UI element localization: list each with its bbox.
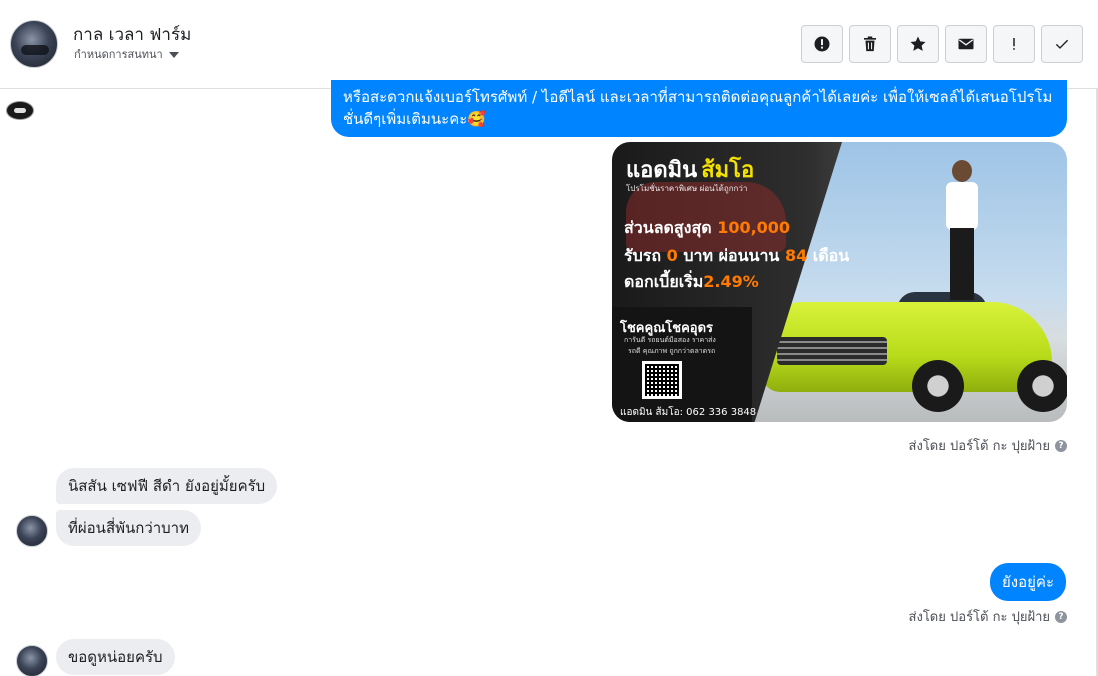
mark-done-button[interactable] <box>1041 25 1083 63</box>
mark-important-button[interactable] <box>993 25 1035 63</box>
envelope-icon <box>958 38 974 50</box>
outgoing-message[interactable]: ยังอยู่ค่ะ <box>990 563 1067 601</box>
contact-name[interactable]: กาล เวลา ฟาร์ม <box>73 21 191 48</box>
incoming-message[interactable]: นิสสัน เซฟฟี สีดำ ยังอยู่มั้ยครับ <box>56 468 278 504</box>
sent-by-label: ส่งโดย ปอร์โต้ กะ ปุยฝ้าย ? <box>909 435 1067 456</box>
star-button[interactable] <box>897 25 939 63</box>
promo-installment-line: รับรถ 0 บาท ผ่อนนาน 84 เดือน <box>624 246 850 265</box>
alert-circle-icon <box>814 36 830 52</box>
truck-grille <box>777 337 887 365</box>
incoming-message[interactable]: ขอดูหน่อยครับ <box>56 639 175 675</box>
outgoing-message[interactable]: หรือสะดวกแจ้งเบอร์โทรศัพท์ / ไอดีไลน์ แล… <box>331 80 1067 137</box>
help-icon[interactable]: ? <box>1055 610 1067 623</box>
promo-dealer-block: โชคคูณโชคอุดร การันตี รถยนต์มือสอง ราคาส… <box>612 307 756 422</box>
mark-unread-button[interactable] <box>945 25 987 63</box>
incoming-message[interactable]: ที่ผ่อนสี่พันกว่าบาท <box>56 510 201 546</box>
dealer-slogan-2: รถดี คุณภาพ ถูกกว่าตลาดรถ <box>628 347 716 355</box>
conversation-toolbar <box>801 25 1083 63</box>
admin-person-figure <box>942 160 982 300</box>
promo-tagline: โปรโมชั่นราคาพิเศษ ผ่อนได้ถูกกว่า <box>626 184 748 193</box>
sent-by-label: ส่งโดย ปอร์โต้ กะ ปุยฝ้าย ? <box>909 606 1067 627</box>
contact-avatar-small[interactable] <box>16 515 48 547</box>
promo-image[interactable]: แอดมิน ส้มโอ โปรโมชั่นราคาพิเศษ ผ่อนได้ถู… <box>612 142 1067 422</box>
sent-by-text: ส่งโดย ปอร์โต้ กะ ปุยฝ้าย <box>908 610 1050 625</box>
promo-discount-line: ส่วนลดสูงสุด 100,000 <box>624 218 791 237</box>
trash-icon <box>864 36 876 52</box>
star-icon <box>910 36 926 51</box>
exclamation-icon <box>1013 38 1015 50</box>
contact-avatar[interactable] <box>10 20 58 68</box>
delete-button[interactable] <box>849 25 891 63</box>
messenger-page: กาล เวลา ฟาร์ม กำหนดการสนทนา หรือสะดวกแจ… <box>0 0 1098 676</box>
caret-down-icon <box>168 52 179 58</box>
check-icon <box>1055 39 1069 49</box>
promo-interest-line: ดอกเบี้ยเริ่ม2.49% <box>624 272 759 291</box>
conversation-header: กาล เวลา ฟาร์ม กำหนดการสนทนา <box>0 0 1098 89</box>
dealer-contact: แอดมิน ส้มโอ: 062 336 3848 <box>620 407 757 418</box>
conversation-settings-dropdown[interactable]: กำหนดการสนทนา <box>74 45 179 63</box>
truck-wheel <box>912 360 964 412</box>
contact-avatar-small[interactable] <box>16 645 48 676</box>
qr-code-icon <box>642 361 682 399</box>
help-icon[interactable]: ? <box>1055 439 1067 452</box>
message-thread[interactable]: หรือสะดวกแจ้งเบอร์โทรศัพท์ / ไอดีไลน์ แล… <box>0 80 1098 676</box>
page-avatar <box>6 101 34 120</box>
sent-by-text: ส่งโดย ปอร์โต้ กะ ปุยฝ้าย <box>908 439 1050 454</box>
conversation-settings-label: กำหนดการสนทนา <box>74 48 163 61</box>
report-spam-button[interactable] <box>801 25 843 63</box>
dealer-slogan-1: การันตี รถยนต์มือสอง ราคาส่ง <box>624 336 716 344</box>
truck-wheel <box>1017 360 1067 412</box>
